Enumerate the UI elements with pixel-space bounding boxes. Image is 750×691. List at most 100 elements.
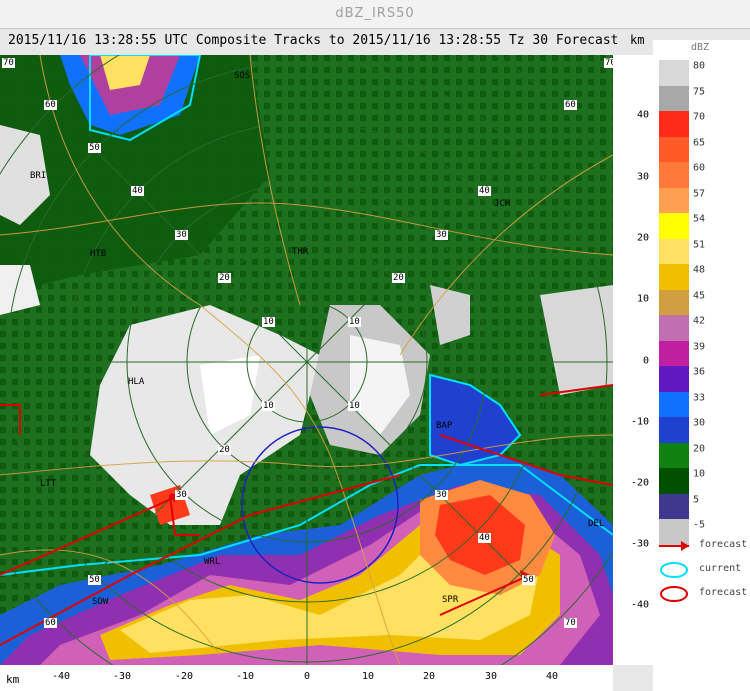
legend-swatch (659, 340, 689, 366)
legend-swatch-label: 80 (693, 60, 706, 72)
station-label: SPR (442, 595, 459, 605)
station-label: SOS (234, 71, 251, 81)
station-label: HLA (128, 377, 145, 387)
y-axis-unit: km (630, 33, 645, 47)
legend-swatch-label: 10 (693, 468, 706, 480)
legend-swatch-label: 5 (693, 494, 700, 505)
legend-swatch (659, 213, 689, 239)
y-tick: -30 (630, 538, 649, 550)
legend-swatch (659, 111, 689, 137)
radar-map[interactable]: 10 10 10 10 20 20 20 30 30 30 30 40 40 4… (0, 55, 613, 665)
x-axis-unit: km (6, 673, 20, 686)
x-tick: -30 (112, 671, 132, 682)
range-label: 70 (2, 58, 15, 68)
range-label: 60 (44, 618, 57, 628)
legend-swatch (659, 238, 689, 264)
legend-swatch (659, 493, 689, 519)
legend-swatch (659, 289, 689, 315)
station-label: LTT (40, 479, 57, 489)
x-tick: 40 (545, 671, 559, 682)
station-label: WRL (204, 557, 221, 567)
range-label: 10 (262, 317, 275, 327)
y-tick: 30 (636, 171, 649, 183)
legend-swatch (659, 136, 689, 162)
color-legend: dBZ 80 75 70 65 60 57 54 51 48 45 42 39 36 33 30 20 10 5 -… (653, 40, 750, 691)
range-label: 50 (88, 143, 101, 153)
legend-swatch (659, 85, 689, 111)
y-tick: 0 (642, 355, 649, 367)
station-label: BRI (30, 171, 47, 181)
legend-swatch (659, 264, 689, 290)
range-label: 30 (175, 490, 188, 500)
legend-swatch (659, 417, 689, 443)
range-label: 30 (435, 490, 448, 500)
y-tick: 20 (636, 232, 649, 244)
y-tick: -20 (630, 477, 649, 489)
legend-swatch-label: 33 (693, 392, 706, 403)
y-tick: -40 (630, 599, 649, 611)
ellipse-icon (660, 562, 688, 578)
legend-swatch-label: 57 (693, 188, 706, 199)
range-label: 20 (392, 273, 405, 283)
x-tick: 30 (484, 671, 498, 682)
legend-swatch-label: 65 (693, 137, 706, 148)
range-label: 10 (348, 317, 361, 327)
legend-swatch-label: 30 (693, 417, 706, 429)
y-tick: 10 (636, 293, 649, 305)
legend-swatch-label: 54 (693, 213, 706, 225)
legend-swatch-label: 60 (693, 162, 706, 174)
x-axis: km -40 -30 -20 -10 0 10 20 30 40 (0, 665, 613, 691)
ellipse-icon (660, 586, 688, 602)
x-tick: 0 (303, 671, 311, 682)
station-label: DEL (588, 519, 605, 529)
station-label: HTB (90, 249, 107, 259)
legend-swatch (659, 366, 689, 392)
range-label: 50 (522, 575, 535, 585)
arrow-icon (659, 541, 689, 551)
legend-swatch-label: 75 (693, 86, 706, 97)
y-tick: 40 (636, 109, 649, 121)
range-label: 20 (218, 273, 231, 283)
legend-label: forecast (699, 587, 748, 598)
legend-swatch-label: 42 (693, 315, 706, 327)
range-label: 60 (44, 100, 57, 110)
range-label: 40 (478, 186, 491, 196)
legend-current-ellipse: current (657, 560, 750, 580)
legend-swatch-label: 70 (693, 111, 706, 123)
x-tick: 20 (422, 671, 436, 682)
range-label: 70 (604, 58, 613, 68)
legend-swatch-label: 45 (693, 290, 706, 301)
legend-swatch-label: 51 (693, 239, 706, 250)
x-tick: 10 (361, 671, 375, 682)
legend-forecast-ellipse: forecast (657, 584, 750, 604)
legend-swatch-label: 48 (693, 264, 706, 276)
legend-label: forecast (699, 539, 748, 550)
x-tick: -10 (235, 671, 255, 682)
legend-unit: dBZ (691, 42, 710, 53)
legend-swatch-label: 39 (693, 341, 706, 352)
header-text: 2015/11/16 13:28:55 UTC Composite Tracks… (8, 33, 619, 48)
range-label: 20 (218, 445, 231, 455)
legend-swatch (659, 315, 689, 341)
range-label: 40 (478, 533, 491, 543)
range-label: 70 (564, 618, 577, 628)
range-label: 30 (175, 230, 188, 240)
station-label: BAP (436, 421, 453, 431)
range-label: 30 (435, 230, 448, 240)
legend-swatch (659, 60, 689, 86)
range-label: 10 (348, 401, 361, 411)
legend-swatch (659, 187, 689, 213)
legend-label: current (699, 563, 742, 574)
legend-swatch (659, 391, 689, 417)
x-tick: -40 (51, 671, 71, 682)
legend-swatch-label: 36 (693, 366, 706, 378)
station-label: THR (292, 247, 309, 257)
legend-swatch (659, 442, 689, 468)
x-tick: -20 (174, 671, 194, 682)
station-label: JCH (494, 199, 511, 209)
window-title: dBZ_IRS50 (0, 0, 750, 29)
legend-swatch-label: 20 (693, 443, 706, 454)
range-label: 60 (564, 100, 577, 110)
legend-forecast-arrow: forecast (657, 536, 750, 556)
y-tick: -10 (630, 416, 649, 428)
